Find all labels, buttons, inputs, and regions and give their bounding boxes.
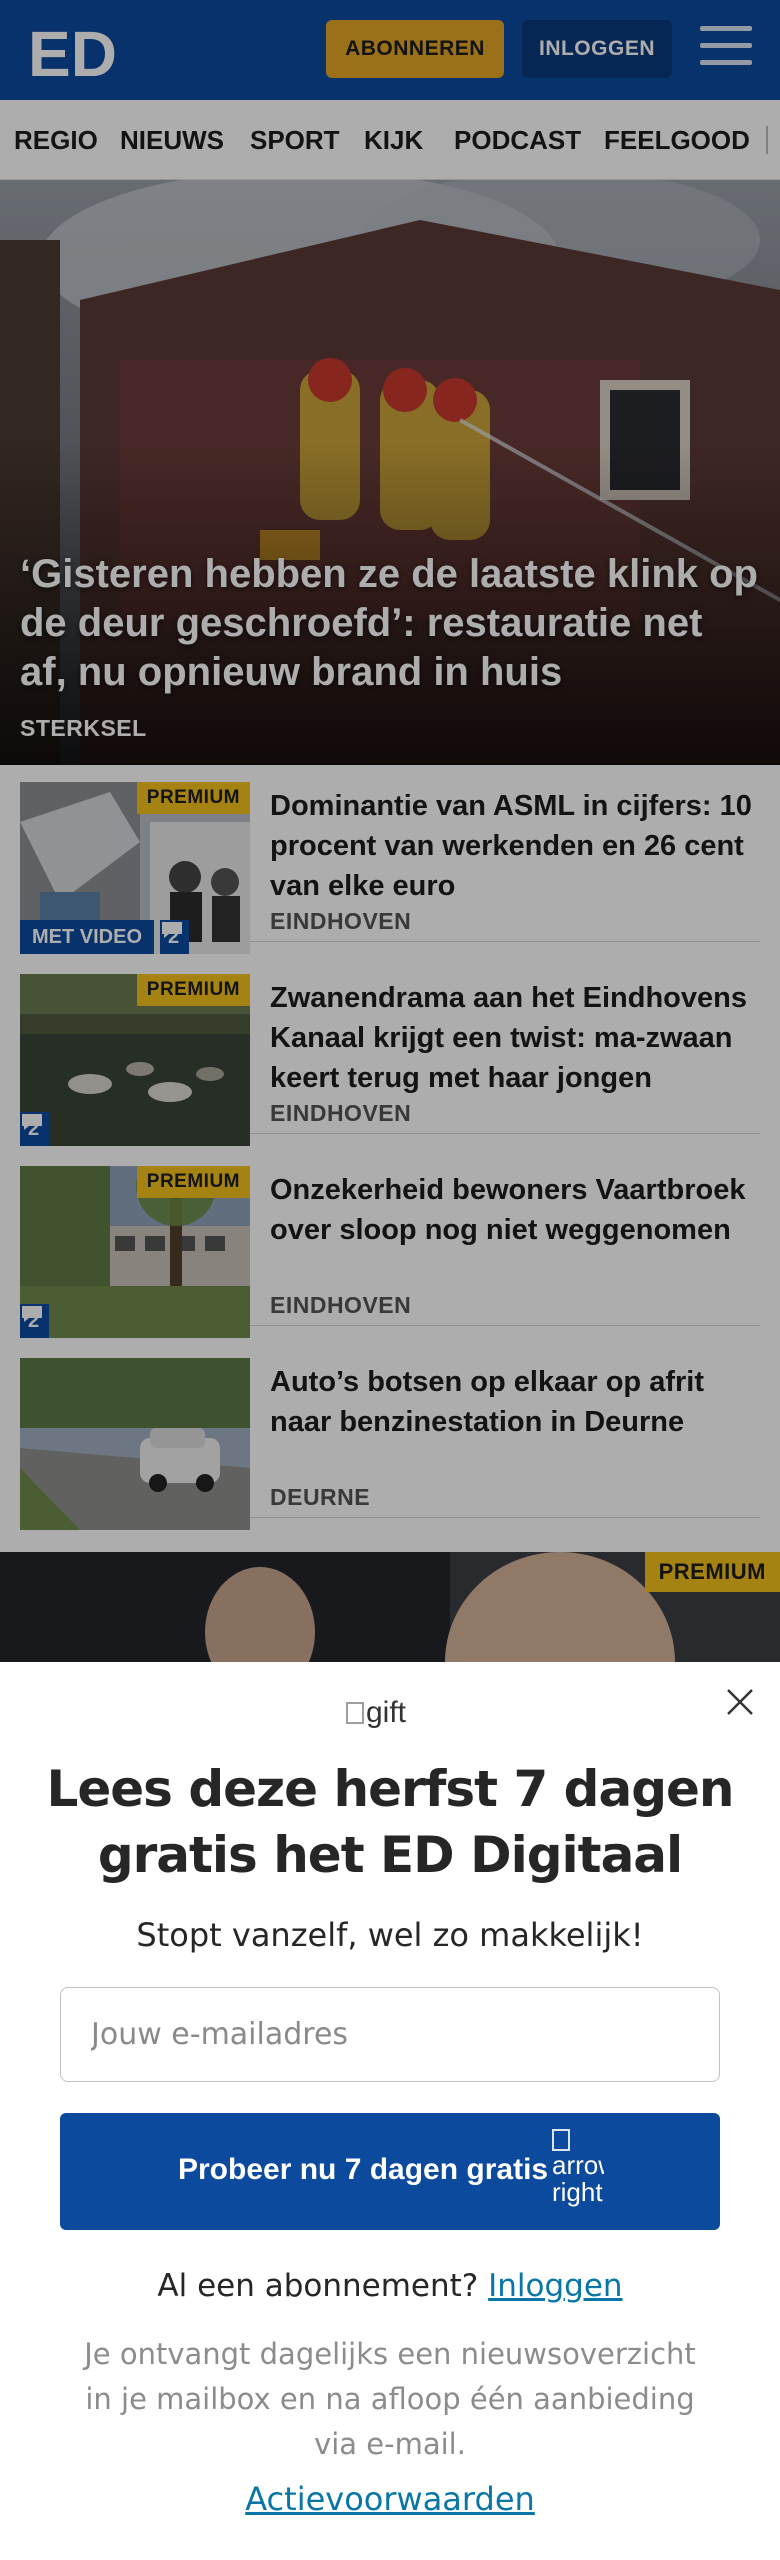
modal-backdrop[interactable] — [0, 0, 780, 1662]
arrow-right-icon: arrow-right — [552, 2125, 604, 2225]
broken-image-icon — [346, 1702, 364, 1724]
modal-subtitle: Stopt vanzelf, wel zo makkelijk! — [136, 1916, 644, 1954]
close-icon[interactable] — [722, 1684, 758, 1720]
cta-label: Probeer nu 7 dagen gratis — [178, 2153, 549, 2186]
newsletter-info-text: Je ontvangt dagelijks een nieuwsoverzich… — [84, 2337, 696, 2461]
try-free-button[interactable]: Probeer nu 7 dagen gratis arrow-right — [60, 2113, 720, 2230]
cta-icon-alt-text: arrow-right — [552, 2150, 604, 2207]
gift-alt-text: gift — [366, 1696, 407, 1729]
login-link[interactable]: Inloggen — [488, 2268, 622, 2304]
terms-link[interactable]: Actievoorwaarden — [40, 2480, 740, 2518]
already-subscribed-text: Al een abonnement? — [157, 2268, 479, 2304]
already-subscribed-line: Al een abonnement? Inloggen — [40, 2268, 740, 2304]
email-field[interactable] — [60, 1987, 720, 2082]
modal-title: Lees deze herfst 7 dagen gratis het ED D… — [46, 1760, 735, 1884]
gift-icon: gift — [346, 1693, 406, 1733]
broken-image-icon — [552, 2129, 570, 2152]
